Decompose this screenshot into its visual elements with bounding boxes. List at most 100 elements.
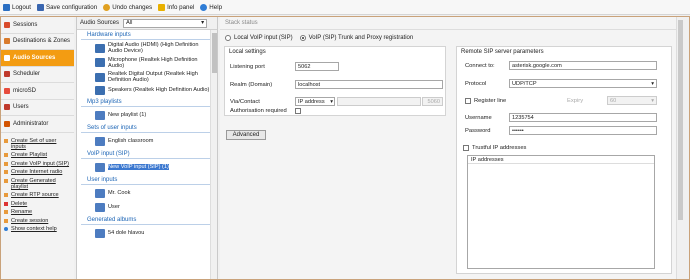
list-item[interactable]: Microphone (Realtek High Definition Audi… bbox=[77, 57, 217, 70]
logout-icon bbox=[3, 3, 10, 11]
info-panel-button[interactable]: Info panel bbox=[158, 3, 195, 11]
listening-port-input[interactable]: 5062 bbox=[295, 62, 339, 71]
list-item[interactable]: Speakers (Realtek High Definition Audio) bbox=[77, 85, 217, 95]
list-item[interactable]: Mr. Cook bbox=[77, 188, 217, 198]
connect-to-input[interactable]: asterisk.google.com bbox=[509, 61, 657, 70]
via-contact-select[interactable]: IP address ▾ bbox=[295, 97, 335, 106]
chevron-down-icon: ▾ bbox=[201, 20, 205, 26]
sidebar-item-sessions[interactable]: Sessions bbox=[1, 17, 74, 34]
link-label: Create session bbox=[11, 217, 49, 224]
username-input[interactable]: 1235754 bbox=[509, 113, 657, 122]
create-voip-input-link[interactable]: Create VoIP input (SIP) bbox=[1, 160, 74, 168]
create-internet-radio-link[interactable]: Create Internet radio bbox=[1, 168, 74, 176]
via-contact-label: Via/Contact bbox=[230, 99, 260, 105]
realm-label: Realm (Domain) bbox=[230, 82, 273, 88]
voip-icon bbox=[95, 162, 105, 172]
delete-link[interactable]: Delete bbox=[1, 200, 74, 208]
info-icon bbox=[158, 3, 166, 11]
help-button[interactable]: Help bbox=[200, 3, 222, 11]
list-item-label: English classroom bbox=[108, 138, 154, 145]
sidebar-item-label: Users bbox=[13, 104, 29, 111]
sidebar-item-scheduler[interactable]: Scheduler bbox=[1, 67, 74, 83]
list-item[interactable]: New playlist (1) bbox=[77, 110, 217, 120]
local-voip-radio[interactable] bbox=[225, 34, 231, 41]
show-context-help-link[interactable]: Show context help bbox=[1, 225, 74, 233]
undo-changes-button[interactable]: Undo changes bbox=[103, 3, 153, 11]
sidebar: Sessions Destinations & Zones Audio Sour… bbox=[1, 17, 74, 279]
auth-required-checkbox[interactable] bbox=[295, 108, 301, 114]
sidebar-item-administrator[interactable]: Administrator bbox=[1, 116, 74, 133]
register-line-label: Register line bbox=[474, 98, 507, 104]
link-label: Create Set of user inputs bbox=[11, 137, 57, 150]
listening-port-label: Listening port bbox=[230, 64, 265, 70]
list-item-selected[interactable]: New VoIP input (SIP) (1) bbox=[77, 162, 217, 172]
advanced-button[interactable]: Advanced bbox=[226, 130, 266, 140]
scrollbar-thumb[interactable] bbox=[212, 33, 217, 73]
logout-label: Logout bbox=[12, 3, 31, 11]
audio-device-icon bbox=[95, 43, 105, 53]
username-label: Username bbox=[465, 115, 492, 121]
right-panel-scrollbar[interactable] bbox=[676, 17, 683, 279]
trunk-radio[interactable] bbox=[299, 34, 306, 41]
create-rtp-source-link[interactable]: Create RTP source bbox=[1, 191, 74, 199]
trunk-label: VoIP (SIP) Trunk and Proxy registration bbox=[308, 34, 414, 41]
link-label: Delete bbox=[11, 200, 28, 207]
create-session-link[interactable]: Create session bbox=[1, 217, 74, 225]
users-icon bbox=[4, 104, 10, 111]
undo-icon bbox=[103, 3, 111, 11]
chevron-down-icon: ▾ bbox=[651, 97, 654, 104]
sidebar-item-destinations[interactable]: Destinations & Zones bbox=[1, 34, 74, 50]
list-item[interactable]: English classroom bbox=[77, 136, 217, 146]
filter-select[interactable]: All ▾ bbox=[123, 18, 208, 28]
connect-to-label: Connect to: bbox=[465, 63, 495, 69]
section-hardware-inputs: Hardware inputs bbox=[81, 30, 213, 40]
rename-link[interactable]: Rename bbox=[1, 208, 74, 216]
password-input[interactable]: •••••• bbox=[509, 126, 657, 135]
tab-stack-status[interactable]: Stack status bbox=[220, 17, 683, 30]
list-item[interactable]: Digital Audio (HDMI) (High Definition Au… bbox=[77, 42, 217, 55]
left-panel-scrollbar[interactable] bbox=[210, 30, 217, 279]
sidebar-item-audio-sources[interactable]: Audio Sources bbox=[1, 50, 74, 67]
scrollbar-thumb[interactable] bbox=[678, 20, 683, 220]
link-label: Create Generated playlist bbox=[11, 177, 56, 190]
expiry-value: 60 bbox=[610, 97, 617, 104]
voip-settings-panel: Stack status Local VoIP input (SIP) VoIP… bbox=[220, 17, 683, 279]
info-label: Info panel bbox=[167, 3, 195, 11]
link-icon bbox=[4, 153, 8, 158]
list-item[interactable]: Realtek Digital Output (Realtek High Def… bbox=[77, 71, 217, 84]
list-item[interactable]: 54 dole hlavou bbox=[77, 228, 217, 238]
trustful-ip-checkbox[interactable] bbox=[463, 145, 469, 151]
create-playlist-link[interactable]: Create Playlist bbox=[1, 151, 74, 159]
microphone-icon bbox=[95, 58, 105, 68]
protocol-select[interactable]: UDP/TCP ▾ bbox=[509, 79, 657, 88]
list-item-label: User bbox=[108, 204, 120, 211]
rename-icon bbox=[4, 210, 8, 215]
scheduler-icon bbox=[4, 71, 10, 78]
register-line-checkbox[interactable] bbox=[465, 98, 471, 104]
undo-label: Undo changes bbox=[112, 3, 153, 11]
link-icon bbox=[4, 178, 8, 183]
logout-button[interactable]: Logout bbox=[3, 3, 31, 11]
via-port-input: 5060 bbox=[422, 97, 443, 106]
protocol-label: Protocol bbox=[465, 81, 487, 87]
sidebar-item-users[interactable]: Users bbox=[1, 100, 74, 116]
sidebar-item-label: microSD bbox=[13, 87, 37, 94]
create-set-of-user-inputs-link[interactable]: Create Set of user inputs bbox=[1, 137, 74, 152]
password-label: Password bbox=[465, 128, 491, 134]
audio-device-icon bbox=[95, 72, 105, 82]
create-generated-playlist-link[interactable]: Create Generated playlist bbox=[1, 177, 74, 192]
list-item-label: Realtek Digital Output (Realtek High Def… bbox=[108, 71, 198, 84]
save-configuration-button[interactable]: Save configuration bbox=[36, 3, 97, 11]
list-item-label: Microphone (Realtek High Definition Audi… bbox=[108, 56, 198, 69]
trustful-ip-list[interactable]: IP addresses bbox=[467, 155, 655, 269]
local-settings-group: Local settings Listening port 5062 Realm… bbox=[224, 46, 446, 116]
list-item[interactable]: User bbox=[77, 202, 217, 212]
sidebar-item-microsd[interactable]: microSD bbox=[1, 83, 74, 100]
expiry-input: 60 ▾ bbox=[607, 96, 657, 105]
section-voip-input: VoIP input (SIP) bbox=[81, 149, 213, 159]
realm-input[interactable]: localhost bbox=[295, 80, 443, 89]
local-settings-title: Local settings bbox=[229, 49, 266, 55]
user-icon bbox=[95, 188, 105, 198]
remote-sip-group: Remote SIP server parameters Connect to:… bbox=[456, 46, 672, 274]
sidebar-item-label: Sessions bbox=[13, 21, 38, 28]
